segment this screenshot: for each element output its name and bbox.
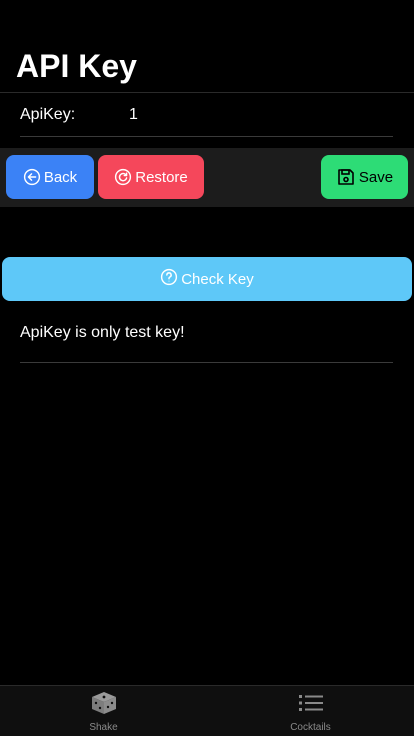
save-button[interactable]: Save	[321, 155, 408, 199]
list-icon	[298, 691, 324, 720]
back-button-label: Back	[43, 168, 78, 186]
page-header: API Key	[0, 0, 414, 93]
apikey-label: ApiKey:	[20, 106, 76, 123]
arrow-left-circle-icon	[23, 168, 41, 186]
tab-shake[interactable]: Shake	[0, 686, 207, 736]
floppy-disk-icon	[336, 167, 356, 187]
tab-cocktails[interactable]: Cocktails	[207, 686, 414, 736]
check-key-button[interactable]: Check Key	[2, 257, 412, 301]
action-toolbar: Back Restore Save	[0, 148, 414, 207]
tab-shake-label: Shake	[89, 722, 118, 733]
tab-cocktails-label: Cocktails	[290, 722, 331, 733]
restore-button[interactable]: Restore	[98, 155, 204, 199]
check-key-label: Check Key	[181, 270, 254, 288]
apikey-row: ApiKey:	[20, 94, 393, 137]
help-circle-icon	[160, 268, 178, 290]
back-button[interactable]: Back	[6, 155, 94, 199]
save-button-label: Save	[358, 168, 394, 186]
restore-button-label: Restore	[135, 168, 188, 186]
page-title: API Key	[16, 48, 137, 84]
bottom-tab-bar: Shake Cocktails	[0, 685, 414, 736]
dice-icon	[90, 691, 118, 720]
apikey-input[interactable]	[129, 106, 369, 124]
refresh-icon	[114, 168, 132, 186]
info-row: ApiKey is only test key!	[20, 312, 393, 363]
info-text: ApiKey is only test key!	[20, 324, 185, 341]
